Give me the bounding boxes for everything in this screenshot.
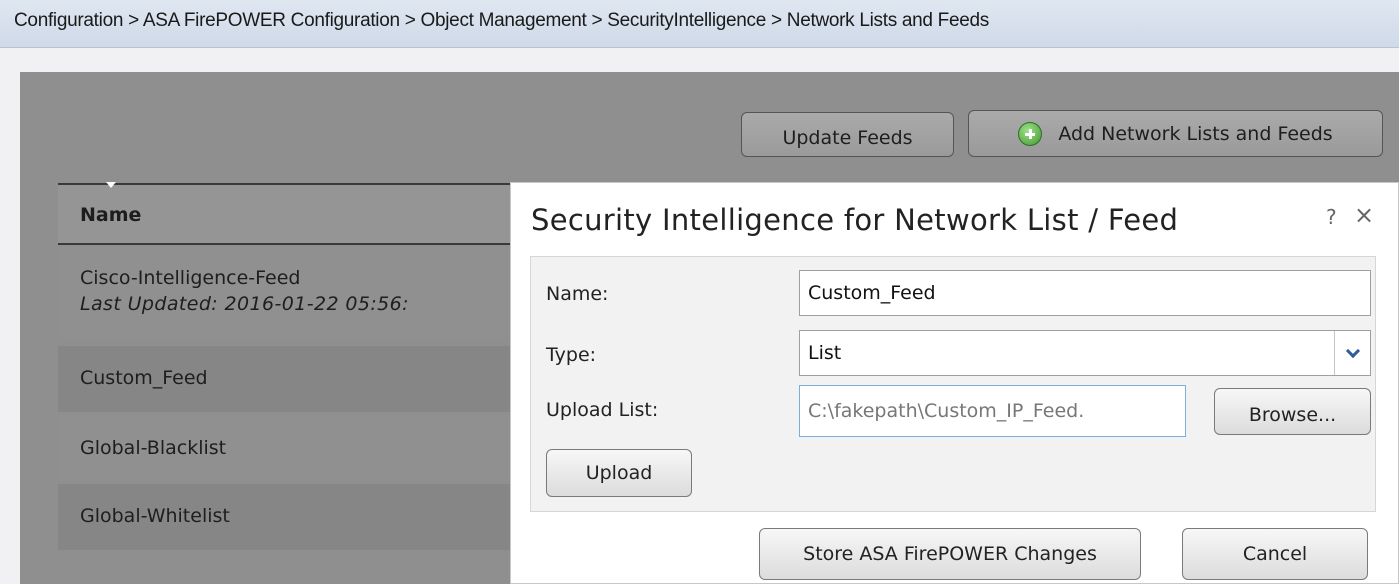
help-icon[interactable]: ? [1326,205,1337,229]
add-network-lists-label: Add Network Lists and Feeds [1058,122,1333,145]
upload-file-input[interactable]: C:\fakepath\Custom_IP_Feed. [799,385,1186,437]
row-last-updated: Last Updated: 2016-01-22 05:56: [80,293,409,315]
close-icon[interactable]: × [1354,201,1374,229]
chevron-down-icon[interactable] [1334,331,1370,375]
store-changes-label: Store ASA FirePOWER Changes [803,543,1097,565]
breadcrumb: Configuration > ASA FirePOWER Configurat… [14,10,989,31]
column-header-name[interactable]: Name [80,204,141,226]
type-label: Type: [546,344,597,366]
update-feeds-label: Update Feeds [782,126,913,149]
upload-button[interactable]: Upload [546,449,692,497]
row-name: Global-Whitelist [80,505,230,527]
network-feed-dialog: Security Intelligence for Network List /… [510,182,1399,584]
dialog-form: Name: Custom_Feed Type: List Upload List… [530,256,1376,512]
row-name: Global-Blacklist [80,437,227,459]
row-name: Custom_Feed [80,367,208,389]
browse-button[interactable]: Browse... [1214,388,1371,435]
name-label: Name: [546,283,609,305]
breadcrumb-bar: Configuration > ASA FirePOWER Configurat… [0,0,1399,48]
sort-caret-icon [106,182,116,188]
table-row[interactable]: Custom_Feed [58,346,518,412]
cancel-button[interactable]: Cancel [1182,528,1368,580]
table-header: Name [58,182,518,245]
type-select[interactable]: List [799,330,1371,376]
row-name: Cisco-Intelligence-Feed [80,267,301,289]
table-row[interactable]: Global-Whitelist [58,484,518,550]
browse-label: Browse... [1248,403,1337,426]
cancel-label: Cancel [1242,543,1308,565]
upload-label: Upload [585,462,653,484]
name-input-value: Custom_Feed [808,282,936,304]
upload-file-value: C:\fakepath\Custom_IP_Feed. [808,400,1085,422]
table-row[interactable]: Cisco-Intelligence-Feed Last Updated: 20… [58,247,518,338]
update-feeds-button[interactable]: Update Feeds [741,112,954,157]
upload-list-label: Upload List: [546,399,659,421]
dialog-title: Security Intelligence for Network List /… [531,203,1179,237]
add-network-lists-button[interactable]: Add Network Lists and Feeds [968,110,1383,157]
table-row[interactable]: Global-Blacklist [58,415,518,481]
plus-circle-icon [1018,121,1043,146]
name-input[interactable]: Custom_Feed [799,270,1371,316]
store-changes-button[interactable]: Store ASA FirePOWER Changes [759,528,1141,580]
type-select-value: List [808,342,842,364]
